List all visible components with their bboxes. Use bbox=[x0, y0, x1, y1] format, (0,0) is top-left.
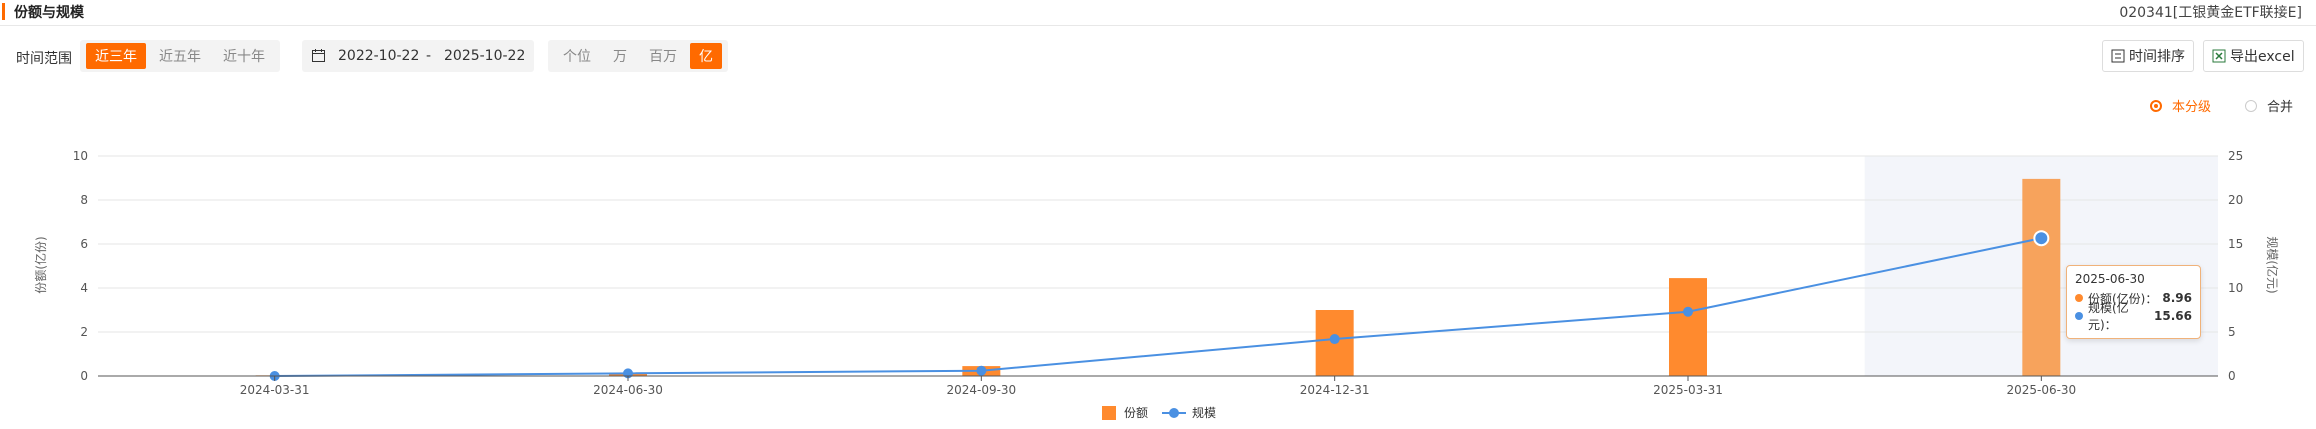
tooltip-scale-label: 规模(亿元)： bbox=[2088, 301, 2129, 332]
bar bbox=[1669, 278, 1707, 376]
tooltip-scale-marker bbox=[2075, 312, 2083, 320]
chart-tooltip: 2025-06-30 份额(亿份)： 8.96 规模(亿元)： 15.66 bbox=[2066, 265, 2201, 339]
legend-scale-label: 规模 bbox=[1192, 406, 1217, 420]
tooltip-share-value: 8.96 bbox=[2162, 291, 2192, 305]
scale-line bbox=[269, 230, 2050, 381]
legend-item-scale[interactable]: 规模 bbox=[1162, 404, 1216, 421]
y-tick-right: 10 bbox=[2228, 281, 2243, 295]
share-bars bbox=[255, 178, 2061, 376]
y-tick-left: 8 bbox=[80, 193, 88, 207]
x-tick-label: 2024-06-30 bbox=[593, 383, 663, 397]
scale-line-path bbox=[274, 237, 2042, 377]
line-point bbox=[2033, 230, 2050, 247]
x-tick-label: 2024-03-31 bbox=[240, 383, 310, 397]
legend-share-label: 份额 bbox=[1124, 406, 1149, 420]
y-tick-right: 5 bbox=[2228, 325, 2236, 339]
x-tick-label: 2025-06-30 bbox=[2006, 383, 2076, 397]
y-axis-left-label: 份额(亿份) bbox=[33, 236, 48, 293]
line-point bbox=[1329, 334, 1340, 345]
y-tick-right: 15 bbox=[2228, 237, 2243, 251]
x-tick-label: 2024-09-30 bbox=[946, 383, 1016, 397]
tooltip-date: 2025-06-30 bbox=[2075, 272, 2145, 286]
y-tick-right: 25 bbox=[2228, 149, 2243, 163]
tooltip-row-scale: 规模(亿元)： 15.66 bbox=[2075, 301, 2192, 332]
share-scale-chart: 0 02 54 106 158 2010 252024-03-31 2024-06-30 202… bbox=[33, 149, 2280, 397]
y-tick-right: 20 bbox=[2228, 193, 2243, 207]
line-point bbox=[976, 365, 987, 376]
legend-scale-swatch bbox=[1162, 406, 1187, 420]
y-tick-left: 6 bbox=[80, 237, 88, 251]
tooltip-scale-value: 15.66 bbox=[2154, 309, 2192, 323]
y-tick-left: 0 bbox=[80, 369, 88, 383]
y-tick-left: 4 bbox=[80, 281, 88, 295]
legend-item-share[interactable]: 份额 bbox=[1102, 404, 1148, 421]
x-tick-label: 2024-12-31 bbox=[1300, 383, 1370, 397]
tooltip-share-marker bbox=[2075, 294, 2083, 302]
y-axis-right-label: 规模(亿元) bbox=[2265, 236, 2280, 293]
y-tick-left: 2 bbox=[80, 325, 88, 339]
x-tick-label: 2025-03-31 bbox=[1653, 383, 1723, 397]
chart-legend: 份额 规模 bbox=[1102, 404, 1230, 421]
y-tick-right: 0 bbox=[2228, 369, 2236, 383]
y-tick-left: 10 bbox=[73, 149, 88, 163]
line-point bbox=[1683, 306, 1693, 317]
bar bbox=[2022, 178, 2061, 376]
legend-share-swatch bbox=[1102, 405, 1116, 420]
